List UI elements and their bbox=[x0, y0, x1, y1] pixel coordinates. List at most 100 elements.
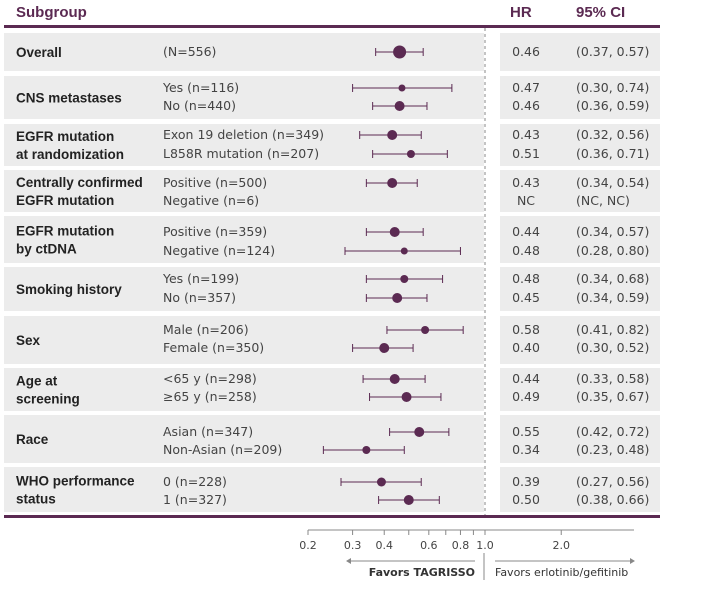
tick-label: 2.0 bbox=[552, 539, 570, 552]
subgroup-category: 0 (n=228) bbox=[163, 474, 227, 489]
ci-value: (0.42, 0.72) bbox=[576, 424, 649, 439]
subgroup-label: EGFR mutation bbox=[16, 129, 114, 144]
ci-value: (NC, NC) bbox=[576, 193, 630, 208]
tick-label: 0.2 bbox=[299, 539, 317, 552]
ci-value: (0.30, 0.52) bbox=[576, 340, 649, 355]
subgroup-label: Overall bbox=[16, 45, 62, 60]
hr-value: 0.51 bbox=[512, 146, 540, 161]
hr-value: 0.43 bbox=[512, 127, 540, 142]
subgroup-label: WHO performance bbox=[16, 474, 135, 489]
hr-point bbox=[376, 477, 386, 487]
hr-value: 0.48 bbox=[512, 271, 540, 286]
hr-point bbox=[394, 101, 405, 111]
hr-value: 0.46 bbox=[512, 98, 540, 113]
subgroup-label: Smoking history bbox=[16, 282, 122, 297]
tick-label: 0.4 bbox=[375, 539, 393, 552]
subgroup-label: EGFR mutation bbox=[16, 193, 114, 208]
favors-right-arrowhead bbox=[630, 558, 635, 564]
hr-point bbox=[387, 178, 398, 188]
subgroup-category: <65 y (n=298) bbox=[163, 371, 257, 386]
hr-value: 0.49 bbox=[512, 389, 540, 404]
hr-point bbox=[421, 326, 430, 334]
subgroup-category: Positive (n=359) bbox=[163, 224, 267, 239]
hr-point bbox=[414, 427, 425, 437]
hr-point bbox=[406, 150, 415, 158]
hr-value: 0.50 bbox=[512, 492, 540, 507]
ci-value: (0.36, 0.59) bbox=[576, 98, 649, 113]
ci-value: (0.27, 0.56) bbox=[576, 474, 649, 489]
hr-value: 0.48 bbox=[512, 243, 540, 258]
hr-point bbox=[379, 343, 390, 353]
hr-value: 0.40 bbox=[512, 340, 540, 355]
tick-label: 0.8 bbox=[452, 539, 470, 552]
subgroup-label: Race bbox=[16, 432, 49, 447]
hr-value: 0.43 bbox=[512, 175, 540, 190]
ci-value: (0.34, 0.59) bbox=[576, 290, 649, 305]
hr-point bbox=[398, 84, 406, 92]
subgroup-category: ≥65 y (n=258) bbox=[163, 389, 257, 404]
ci-value: (0.28, 0.80) bbox=[576, 243, 649, 258]
subgroup-header: Subgroup bbox=[16, 4, 87, 21]
hr-value: 0.39 bbox=[512, 474, 540, 489]
subgroup-category: L858R mutation (n=207) bbox=[163, 146, 319, 161]
subgroup-label: Centrally confirmed bbox=[16, 175, 143, 190]
subgroup-category: Positive (n=500) bbox=[163, 175, 267, 190]
subgroup-category: Male (n=206) bbox=[163, 322, 249, 337]
subgroup-category: No (n=357) bbox=[163, 290, 236, 305]
footer-rule bbox=[4, 515, 660, 518]
subgroup-category: 1 (n=327) bbox=[163, 492, 227, 507]
ci-value: (0.34, 0.57) bbox=[576, 224, 649, 239]
tick-label: 0.3 bbox=[344, 539, 362, 552]
hr-point bbox=[389, 374, 400, 384]
hr-point bbox=[387, 130, 398, 140]
ci-value: (0.38, 0.66) bbox=[576, 492, 649, 507]
hr-value: 0.58 bbox=[512, 322, 540, 337]
subgroup-category: Non-Asian (n=209) bbox=[163, 442, 282, 457]
subgroup-category: Yes (n=116) bbox=[162, 80, 239, 95]
subgroup-label: EGFR mutation bbox=[16, 224, 114, 239]
subgroup-category: Asian (n=347) bbox=[163, 424, 253, 439]
hr-point bbox=[393, 45, 407, 59]
hr-value: 0.44 bbox=[512, 224, 540, 239]
header-rule bbox=[4, 25, 660, 28]
subgroup-category: Exon 19 deletion (n=349) bbox=[163, 127, 324, 142]
subgroup-label: screening bbox=[16, 392, 80, 407]
tick-label: 0.6 bbox=[420, 539, 438, 552]
subgroup-label: CNS metastases bbox=[16, 91, 122, 106]
x-axis: 0.2 0.3 0.4 0.6 0.8 1.0 2.0 bbox=[299, 529, 634, 552]
subgroup-category: Negative (n=6) bbox=[163, 193, 259, 208]
ci-value: (0.32, 0.56) bbox=[576, 127, 649, 142]
hr-point bbox=[392, 293, 403, 303]
hr-point bbox=[389, 227, 400, 237]
subgroup-label: at randomization bbox=[16, 147, 124, 162]
tick-label: 1.0 bbox=[476, 539, 494, 552]
subgroup-category: Female (n=350) bbox=[163, 340, 264, 355]
hr-value: 0.47 bbox=[512, 80, 540, 95]
ci-value: (0.23, 0.48) bbox=[576, 442, 649, 457]
ci-value: (0.41, 0.82) bbox=[576, 322, 649, 337]
ci-value: (0.34, 0.68) bbox=[576, 271, 649, 286]
hr-header: HR bbox=[510, 4, 532, 21]
subgroup-label: status bbox=[16, 492, 56, 507]
hr-point bbox=[403, 495, 414, 505]
ci-value: (0.36, 0.71) bbox=[576, 146, 649, 161]
subgroup-label: Sex bbox=[16, 333, 41, 348]
hr-point bbox=[362, 446, 371, 454]
subgroup-label: Age at bbox=[16, 374, 58, 389]
ci-value: (0.37, 0.57) bbox=[576, 44, 649, 59]
subgroup-category: Yes (n=199) bbox=[162, 271, 239, 286]
hr-point bbox=[401, 392, 412, 402]
favors-right-label: Favors erlotinib/gefitinib bbox=[495, 566, 628, 579]
hr-point bbox=[400, 247, 408, 255]
hr-value: 0.45 bbox=[512, 290, 540, 305]
subgroup-category: (N=556) bbox=[163, 44, 216, 59]
ci-header: 95% CI bbox=[576, 4, 625, 21]
ci-value: (0.35, 0.67) bbox=[576, 389, 649, 404]
forest-plot: Overall (N=556) 0.46 (0.37, 0.57) CNS metast… bbox=[4, 4, 660, 580]
subgroup-label: by ctDNA bbox=[16, 242, 77, 257]
hr-value: 0.46 bbox=[512, 44, 540, 59]
hr-value: NC bbox=[517, 193, 535, 208]
favors-left-arrowhead bbox=[346, 558, 351, 564]
hr-value: 0.44 bbox=[512, 371, 540, 386]
hr-point bbox=[400, 275, 409, 283]
